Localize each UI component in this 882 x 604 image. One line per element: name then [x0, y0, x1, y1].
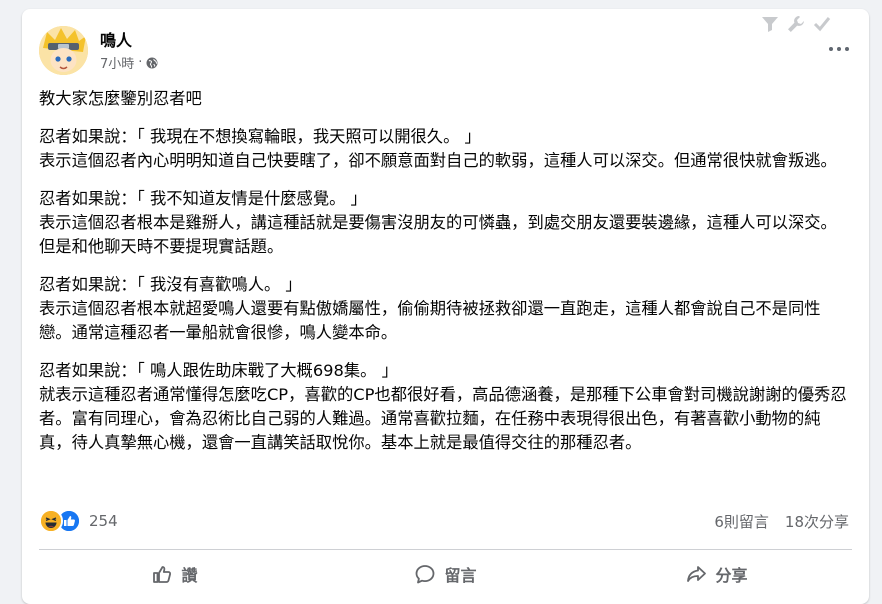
post-paragraph: 忍者如果說：「 我不知道友情是什麼感覺。 」 表示這個忍者根本是雞掰人，講這種話… [39, 189, 837, 256]
avatar[interactable] [39, 26, 88, 75]
post-card: 鳴人 7小時 · 教大家怎麼鑒別忍者吧 忍者如果說：「 我現在不想換寫輪眼，我天… [22, 9, 869, 604]
share-icon [687, 566, 707, 582]
post-meta: 7小時 · [100, 53, 158, 72]
meta-separator: · [138, 55, 143, 70]
checkmark-icon[interactable] [813, 15, 831, 33]
post-paragraph: 忍者如果說：「 鳴人跟佐助床戰了大概698集。 」 就表示這種忍者通常懂得怎麼吃… [39, 361, 847, 452]
filter-icon[interactable] [761, 15, 779, 33]
haha-icon [39, 509, 63, 533]
share-button[interactable]: 分享 [581, 554, 852, 594]
extension-toolbar [761, 15, 831, 33]
post-body: 教大家怎麼鑒別忍者吧 忍者如果說：「 我現在不想換寫輪眼，我天照可以開很久。 」… [39, 87, 849, 469]
globe-icon [146, 57, 158, 68]
reaction-summary[interactable]: 254 [39, 509, 118, 533]
post-paragraph: 忍者如果說：「 我沒有喜歡鳴人。 」 表示這個忍者根本就超愛鳴人還要有點傲嬌屬性… [39, 275, 821, 342]
post-paragraph: 忍者如果說：「 我現在不想換寫輪眼，我天照可以開很久。 」 表示這個忍者內心明明… [39, 127, 837, 170]
comment-icon [416, 565, 435, 584]
thumbs-up-icon [153, 566, 172, 583]
share-count-link[interactable]: 18次分享 [785, 511, 849, 532]
post-paragraph: 教大家怎麼鑒別忍者吧 [39, 89, 202, 108]
post-time[interactable]: 7小時 [100, 53, 134, 72]
divider [39, 549, 852, 550]
like-button[interactable]: 讚 [39, 554, 310, 594]
action-bar: 讚 留言 分享 [39, 554, 852, 594]
like-button-label: 讚 [181, 566, 198, 585]
share-button-label: 分享 [715, 566, 748, 585]
comment-button-label: 留言 [444, 566, 477, 585]
wrench-icon[interactable] [787, 15, 805, 33]
author-name[interactable]: 鳴人 [100, 27, 132, 51]
reaction-count: 254 [89, 512, 118, 530]
comment-button[interactable]: 留言 [310, 554, 581, 594]
comment-count-link[interactable]: 6則留言 [714, 511, 769, 532]
engagement-stats: 6則留言 18次分享 [714, 511, 849, 532]
more-options-icon[interactable] [827, 37, 851, 61]
